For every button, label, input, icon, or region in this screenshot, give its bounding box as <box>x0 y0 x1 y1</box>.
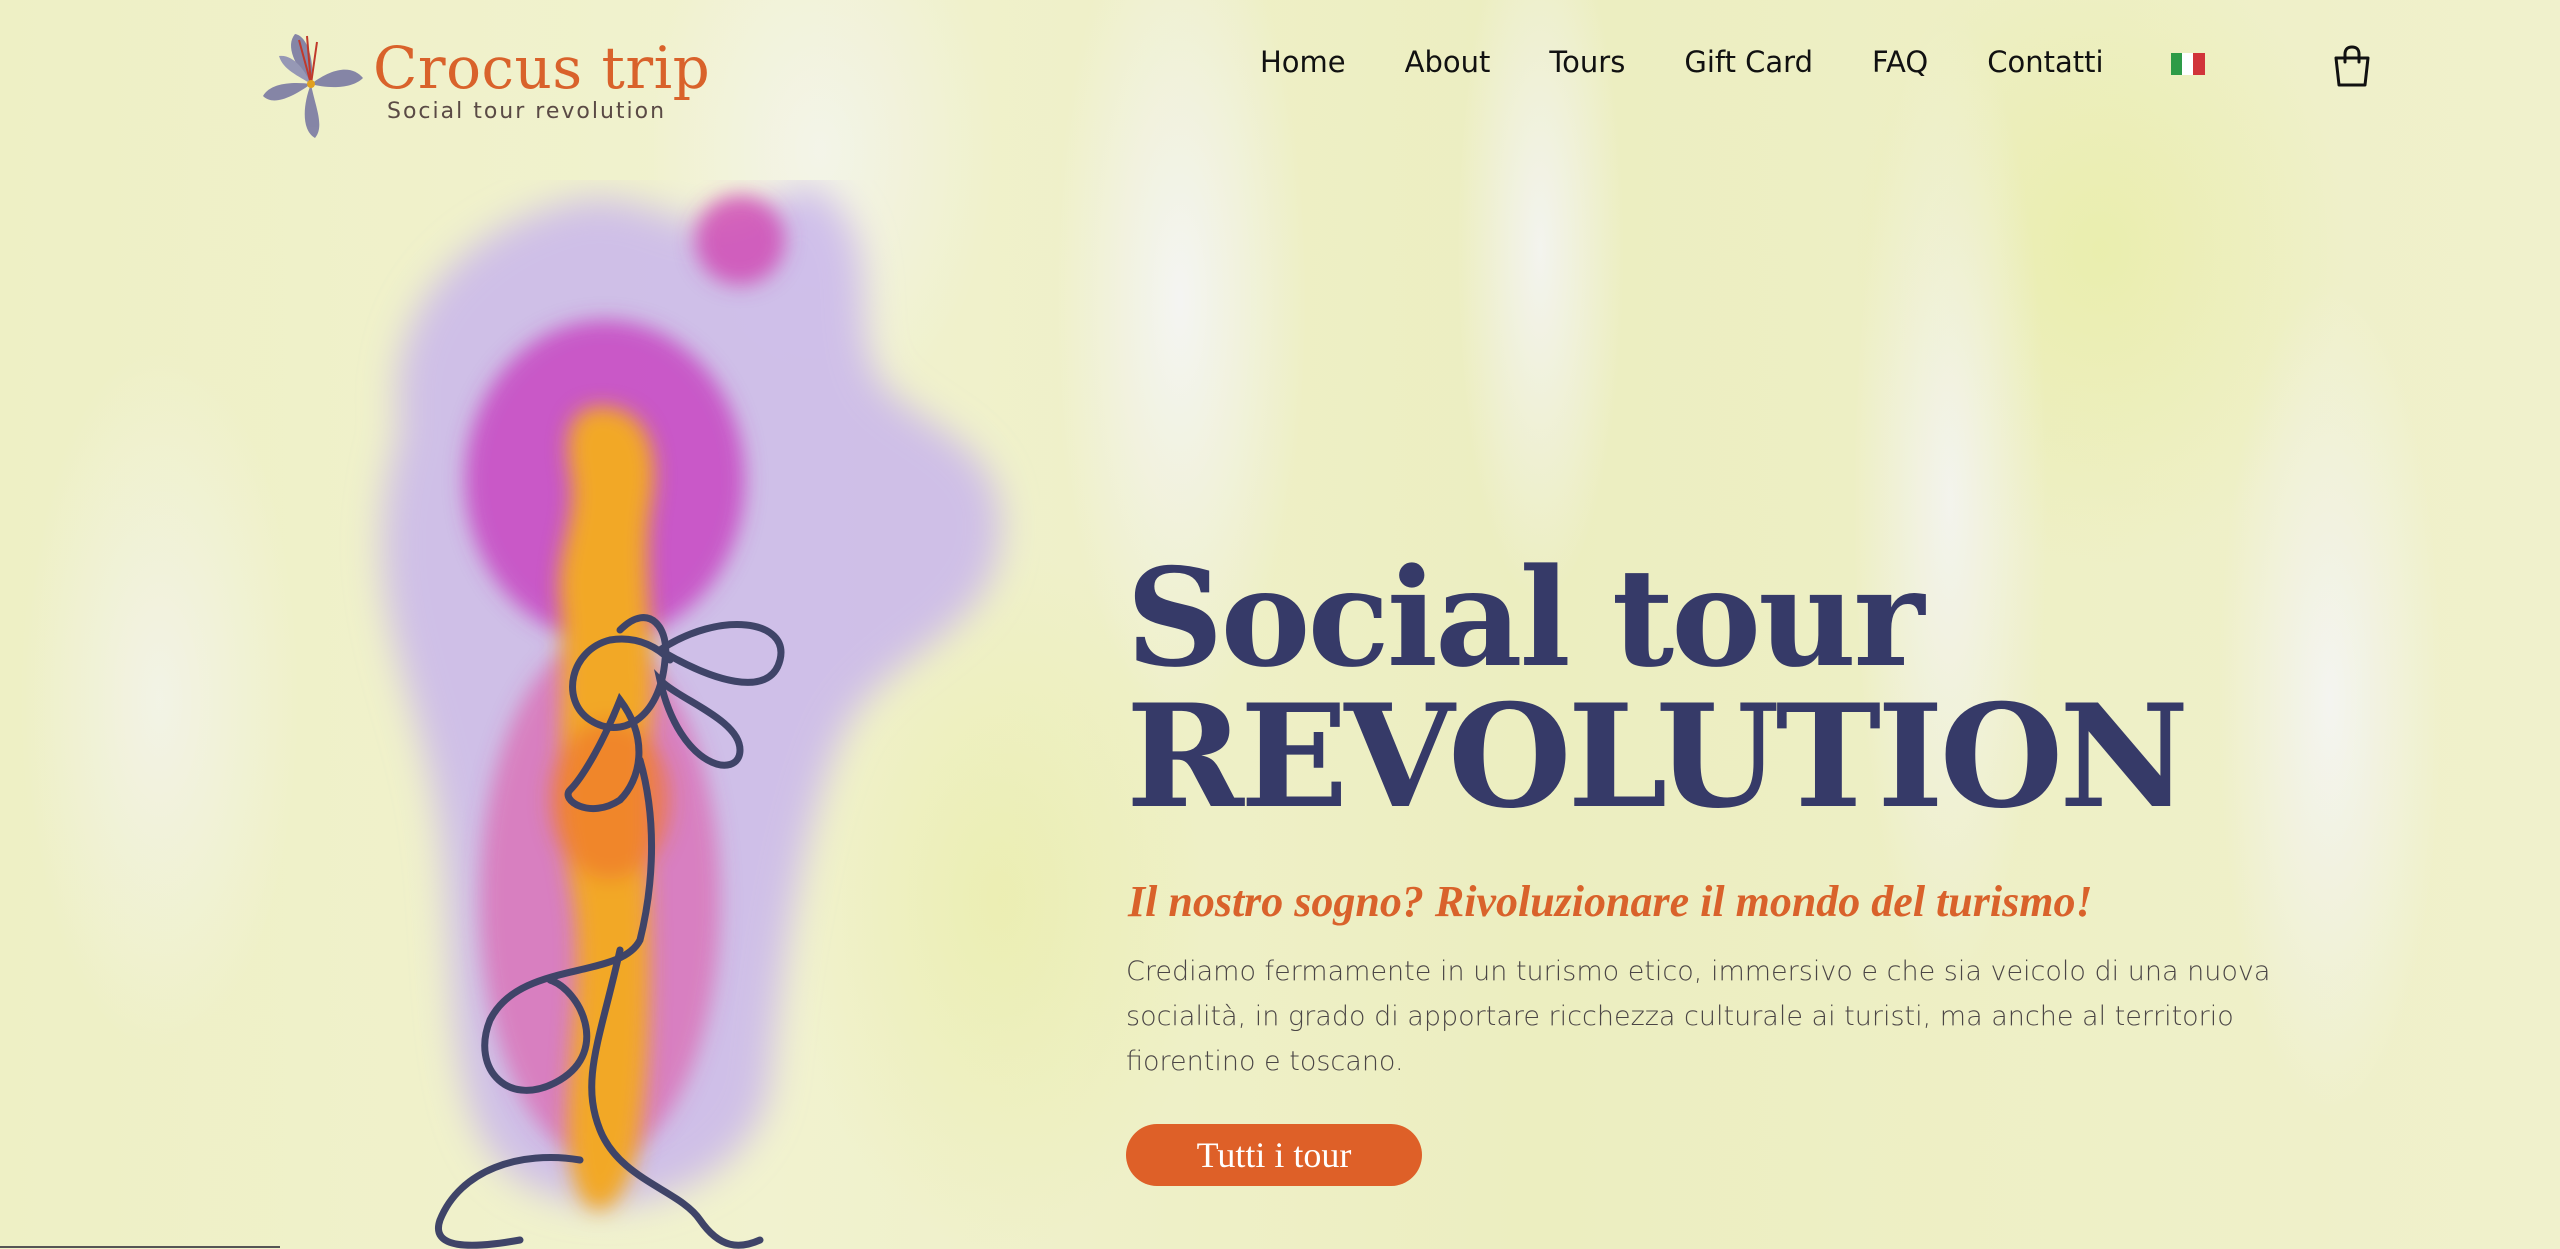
nav-item-faq[interactable]: FAQ <box>1872 45 1928 79</box>
hero-title-line2: REVOLUTION <box>1126 674 2189 841</box>
crocus-watercolor-illustration <box>382 185 1001 1249</box>
main-navigation: Home About Tours Gift Card FAQ Contatti <box>1260 45 2205 79</box>
nav-item-tours[interactable]: Tours <box>1549 45 1625 79</box>
hero-title: Social tour REVOLUTION <box>1126 538 2426 841</box>
hero-description: Crediamo fermamente in un turismo etico,… <box>1126 956 2271 1078</box>
nav-item-contatti[interactable]: Contatti <box>1987 45 2103 79</box>
hero-title-line1: Social tour <box>1126 538 1924 697</box>
brand-logo[interactable]: Crocus trip Social tour revolution <box>255 26 710 142</box>
brand-subtitle: Social tour revolution <box>387 98 667 124</box>
divider <box>0 1246 280 1248</box>
all-tours-button[interactable]: Tutti i tour <box>1126 1124 1422 1187</box>
hero-section: Social tour REVOLUTION Il nostro sogno? … <box>1126 538 2426 1187</box>
hero-subtitle: Il nostro sogno? Rivoluzionare il mondo … <box>1128 877 2093 927</box>
crocus-flower-icon <box>263 34 363 138</box>
italian-flag-icon[interactable] <box>2170 53 2205 75</box>
shopping-bag-icon[interactable] <box>2332 44 2372 88</box>
brand-title: Crocus trip <box>373 33 711 102</box>
nav-item-gift-card[interactable]: Gift Card <box>1684 45 1813 79</box>
nav-item-about[interactable]: About <box>1405 45 1491 79</box>
nav-item-home[interactable]: Home <box>1260 45 1346 79</box>
